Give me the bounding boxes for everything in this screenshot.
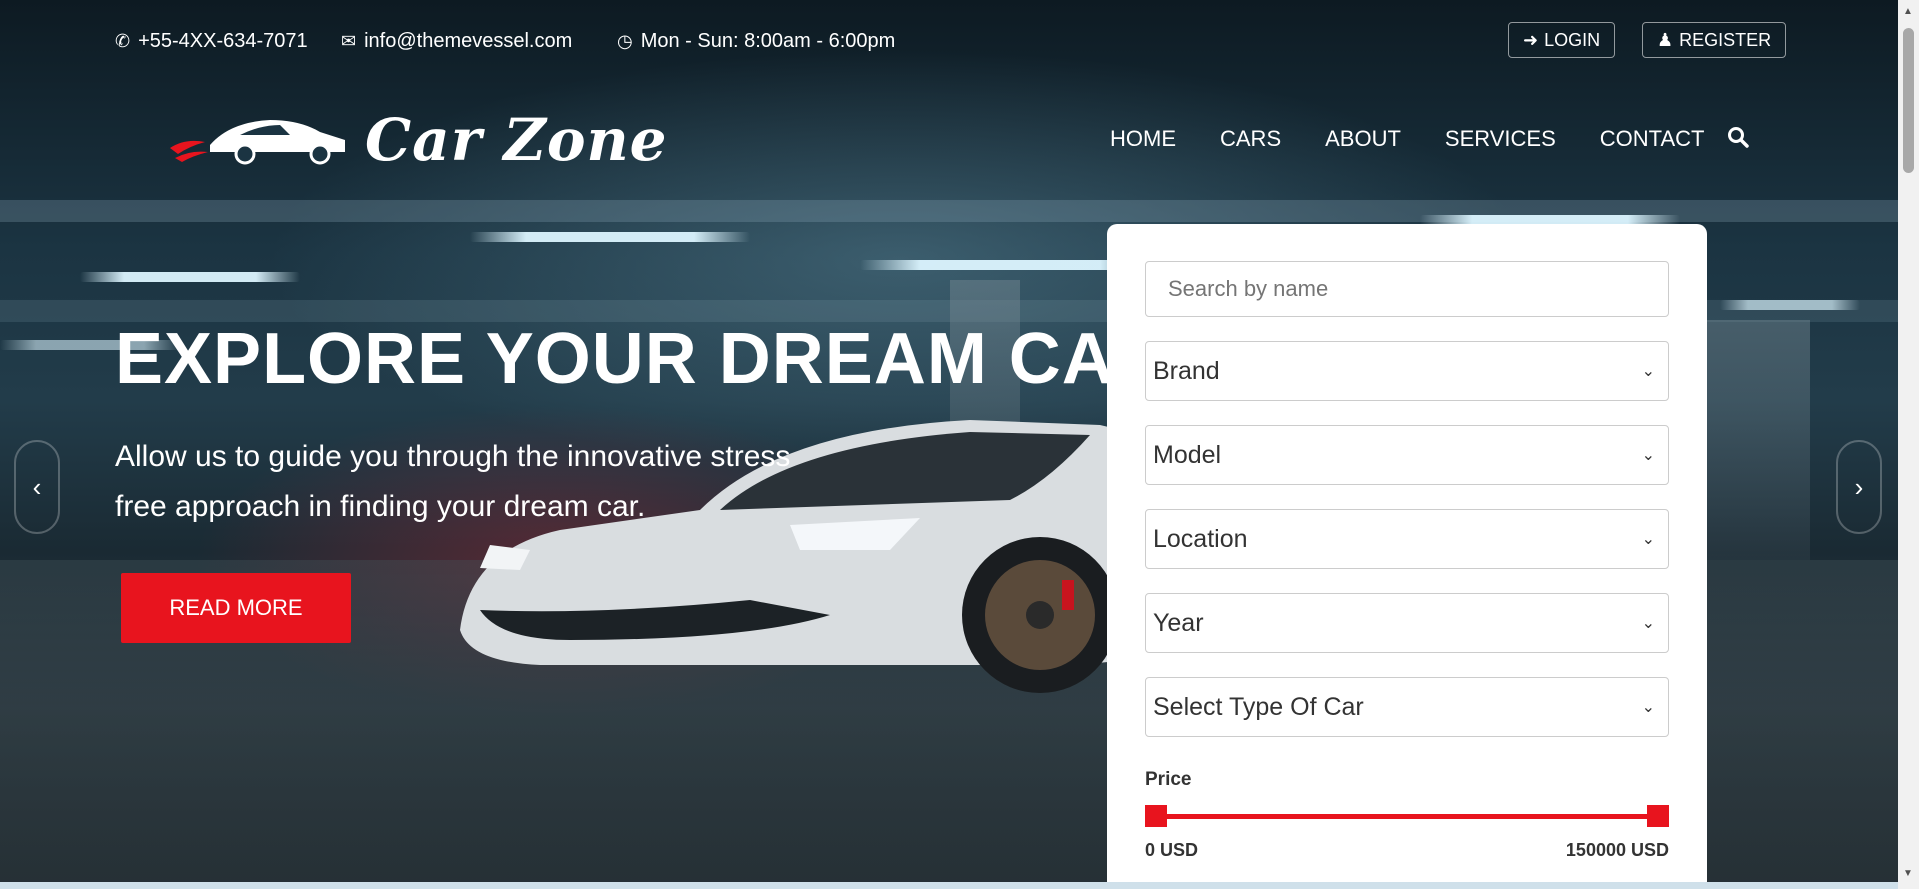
nav-services[interactable]: SERVICES (1445, 126, 1556, 152)
nav-home[interactable]: HOME (1110, 126, 1176, 152)
read-more-button[interactable]: READ MORE (121, 573, 351, 643)
register-button[interactable]: ♟ REGISTER (1642, 22, 1787, 58)
chevron-down-icon: ⌄ (1641, 699, 1655, 716)
sign-in-icon: ➜ (1523, 29, 1539, 50)
pillar (1700, 320, 1810, 560)
search-by-name-input[interactable] (1145, 261, 1669, 317)
price-min-handle[interactable] (1145, 805, 1167, 827)
nav-search-button[interactable] (1727, 126, 1749, 154)
location-select-value: Location (1153, 524, 1248, 553)
scrollbar-thumb[interactable] (1903, 28, 1914, 173)
nav-about[interactable]: ABOUT (1325, 126, 1401, 152)
clock-icon: ◷ (617, 31, 633, 51)
hours-text: Mon - Sun: 8:00am - 6:00pm (640, 30, 896, 52)
chevron-down-icon: ⌄ (1641, 363, 1655, 380)
page-scrollbar[interactable]: ▲ ▼ (1898, 0, 1919, 889)
price-range-track[interactable] (1153, 814, 1663, 819)
year-select[interactable]: Year ⌄ (1145, 593, 1669, 653)
page-bottom-strip (0, 882, 1898, 889)
car-type-select[interactable]: Select Type Of Car ⌄ (1145, 677, 1669, 737)
envelope-icon: ✉ (341, 31, 357, 51)
brand-select[interactable]: Brand ⌄ (1145, 341, 1669, 401)
car-search-form: Brand ⌄ Model ⌄ Location ⌄ Year ⌄ Select… (1107, 224, 1707, 889)
model-select[interactable]: Model ⌄ (1145, 425, 1669, 485)
price-min-value: 0 USD (1145, 840, 1199, 860)
email-address: info@themevessel.com (364, 30, 573, 52)
top-bar: ✆ +55-4XX-634-7071 ✉ info@themevessel.co… (115, 20, 1898, 64)
login-button[interactable]: ➜ LOGIN (1508, 22, 1616, 58)
nav-cars[interactable]: CARS (1220, 126, 1281, 152)
main-nav: HOME CARS ABOUT SERVICES CONTACT (1110, 126, 1748, 152)
opening-hours: ◷ Mon - Sun: 8:00am - 6:00pm (617, 30, 895, 53)
scroll-down-arrow-icon[interactable]: ▼ (1903, 868, 1913, 879)
login-label: LOGIN (1544, 29, 1601, 50)
brand-select-value: Brand (1153, 356, 1220, 385)
car-logo-icon (170, 120, 345, 165)
year-select-value: Year (1153, 608, 1204, 637)
chevron-down-icon: ⌄ (1641, 531, 1655, 548)
phone-contact[interactable]: ✆ +55-4XX-634-7071 (115, 30, 308, 53)
hero-section: ✆ +55-4XX-634-7071 ✉ info@themevessel.co… (0, 0, 1898, 889)
chevron-down-icon: ⌄ (1641, 447, 1655, 464)
phone-number: +55-4XX-634-7071 (138, 30, 308, 52)
car-type-select-value: Select Type Of Car (1153, 692, 1364, 721)
carousel-next-button[interactable]: › (1836, 440, 1882, 534)
carousel-prev-button[interactable]: ‹ (14, 440, 60, 534)
phone-icon: ✆ (115, 31, 131, 51)
hero-headline: EXPLORE YOUR DREAM CAR (115, 319, 1168, 399)
scroll-up-arrow-icon[interactable]: ▲ (1903, 6, 1913, 17)
email-contact[interactable]: ✉ info@themevessel.com (341, 30, 572, 53)
user-icon: ♟ (1657, 29, 1674, 50)
chevron-left-icon: ‹ (32, 471, 42, 502)
site-logo[interactable]: Car Zone (170, 106, 667, 174)
chevron-down-icon: ⌄ (1641, 615, 1655, 632)
logo-text: Car Zone (365, 106, 668, 174)
ceiling-light (1720, 300, 1860, 310)
price-max-value: 150000 USD (1565, 840, 1669, 860)
ceiling-light (470, 232, 750, 242)
search-icon (1728, 127, 1749, 148)
model-select-value: Model (1153, 440, 1222, 469)
ceiling-light (80, 272, 300, 282)
hero-subtext: Allow us to guide you through the innova… (115, 440, 791, 523)
chevron-right-icon: › (1854, 471, 1864, 502)
register-label: REGISTER (1679, 29, 1772, 50)
location-select[interactable]: Location ⌄ (1145, 509, 1669, 569)
nav-contact[interactable]: CONTACT (1600, 126, 1705, 152)
price-max-handle[interactable] (1647, 805, 1669, 827)
price-label: Price (1145, 769, 1192, 790)
